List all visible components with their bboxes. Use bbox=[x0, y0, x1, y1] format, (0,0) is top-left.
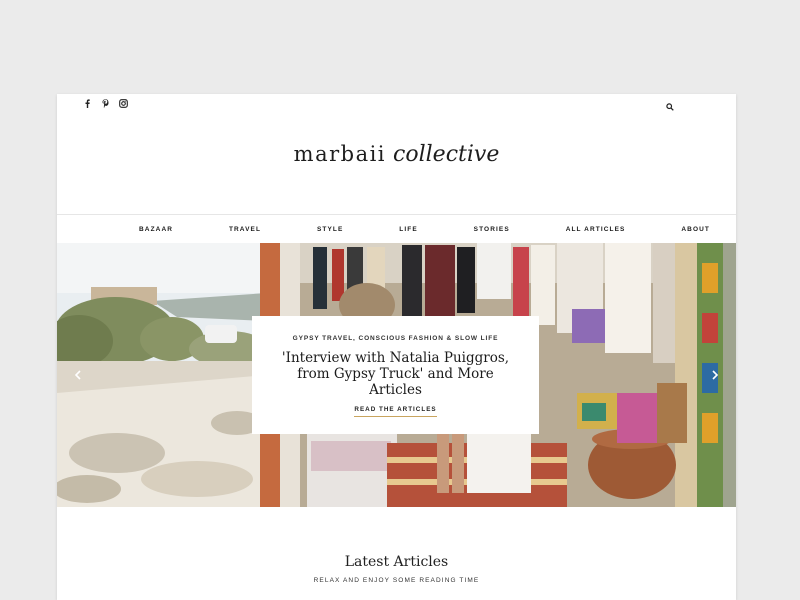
chevron-left-icon bbox=[75, 370, 81, 380]
nav-item-bazaar[interactable]: BAZAAR bbox=[139, 226, 173, 233]
main-nav: BAZAAR TRAVEL STYLE LIFE STORIES ALL ART… bbox=[57, 214, 736, 244]
chevron-right-icon bbox=[712, 370, 718, 380]
hero-title[interactable]: 'Interview with Natalia Puiggros, from G… bbox=[281, 350, 511, 398]
social-links bbox=[83, 98, 128, 108]
section-subtitle: RELAX AND ENJOY SOME READING TIME bbox=[313, 577, 480, 584]
logo-text-script: collective bbox=[393, 142, 500, 167]
hero-category[interactable]: GYPSY TRAVEL, CONSCIOUS FASHION & SLOW L… bbox=[252, 335, 539, 342]
pinterest-icon[interactable] bbox=[101, 98, 110, 108]
hero-slider[interactable]: GYPSY TRAVEL, CONSCIOUS FASHION & SLOW L… bbox=[57, 243, 736, 507]
nav-item-all-articles[interactable]: ALL ARTICLES bbox=[566, 226, 626, 233]
top-bar bbox=[57, 94, 736, 114]
section-title: Latest Articles bbox=[344, 554, 449, 570]
instagram-icon[interactable] bbox=[119, 98, 128, 108]
nav-item-stories[interactable]: STORIES bbox=[474, 226, 510, 233]
nav-item-about[interactable]: ABOUT bbox=[681, 226, 710, 233]
site-logo[interactable]: marbaii collective bbox=[57, 142, 736, 167]
site-frame: marbaii collective BAZAAR TRAVEL STYLE LI… bbox=[57, 94, 736, 600]
logo-text-main: marbaii bbox=[293, 142, 387, 166]
nav-item-style[interactable]: STYLE bbox=[317, 226, 343, 233]
hero-next-arrow[interactable] bbox=[708, 368, 722, 382]
hero-caption-box: GYPSY TRAVEL, CONSCIOUS FASHION & SLOW L… bbox=[252, 316, 539, 434]
latest-articles-section: Latest Articles RELAX AND ENJOY SOME REA… bbox=[57, 554, 736, 584]
hero-prev-arrow[interactable] bbox=[71, 368, 85, 382]
nav-item-life[interactable]: LIFE bbox=[399, 226, 417, 233]
facebook-icon[interactable] bbox=[83, 98, 92, 108]
search-icon[interactable] bbox=[666, 98, 676, 111]
nav-item-travel[interactable]: TRAVEL bbox=[229, 226, 261, 233]
read-articles-link[interactable]: READ THE ARTICLES bbox=[354, 406, 437, 417]
